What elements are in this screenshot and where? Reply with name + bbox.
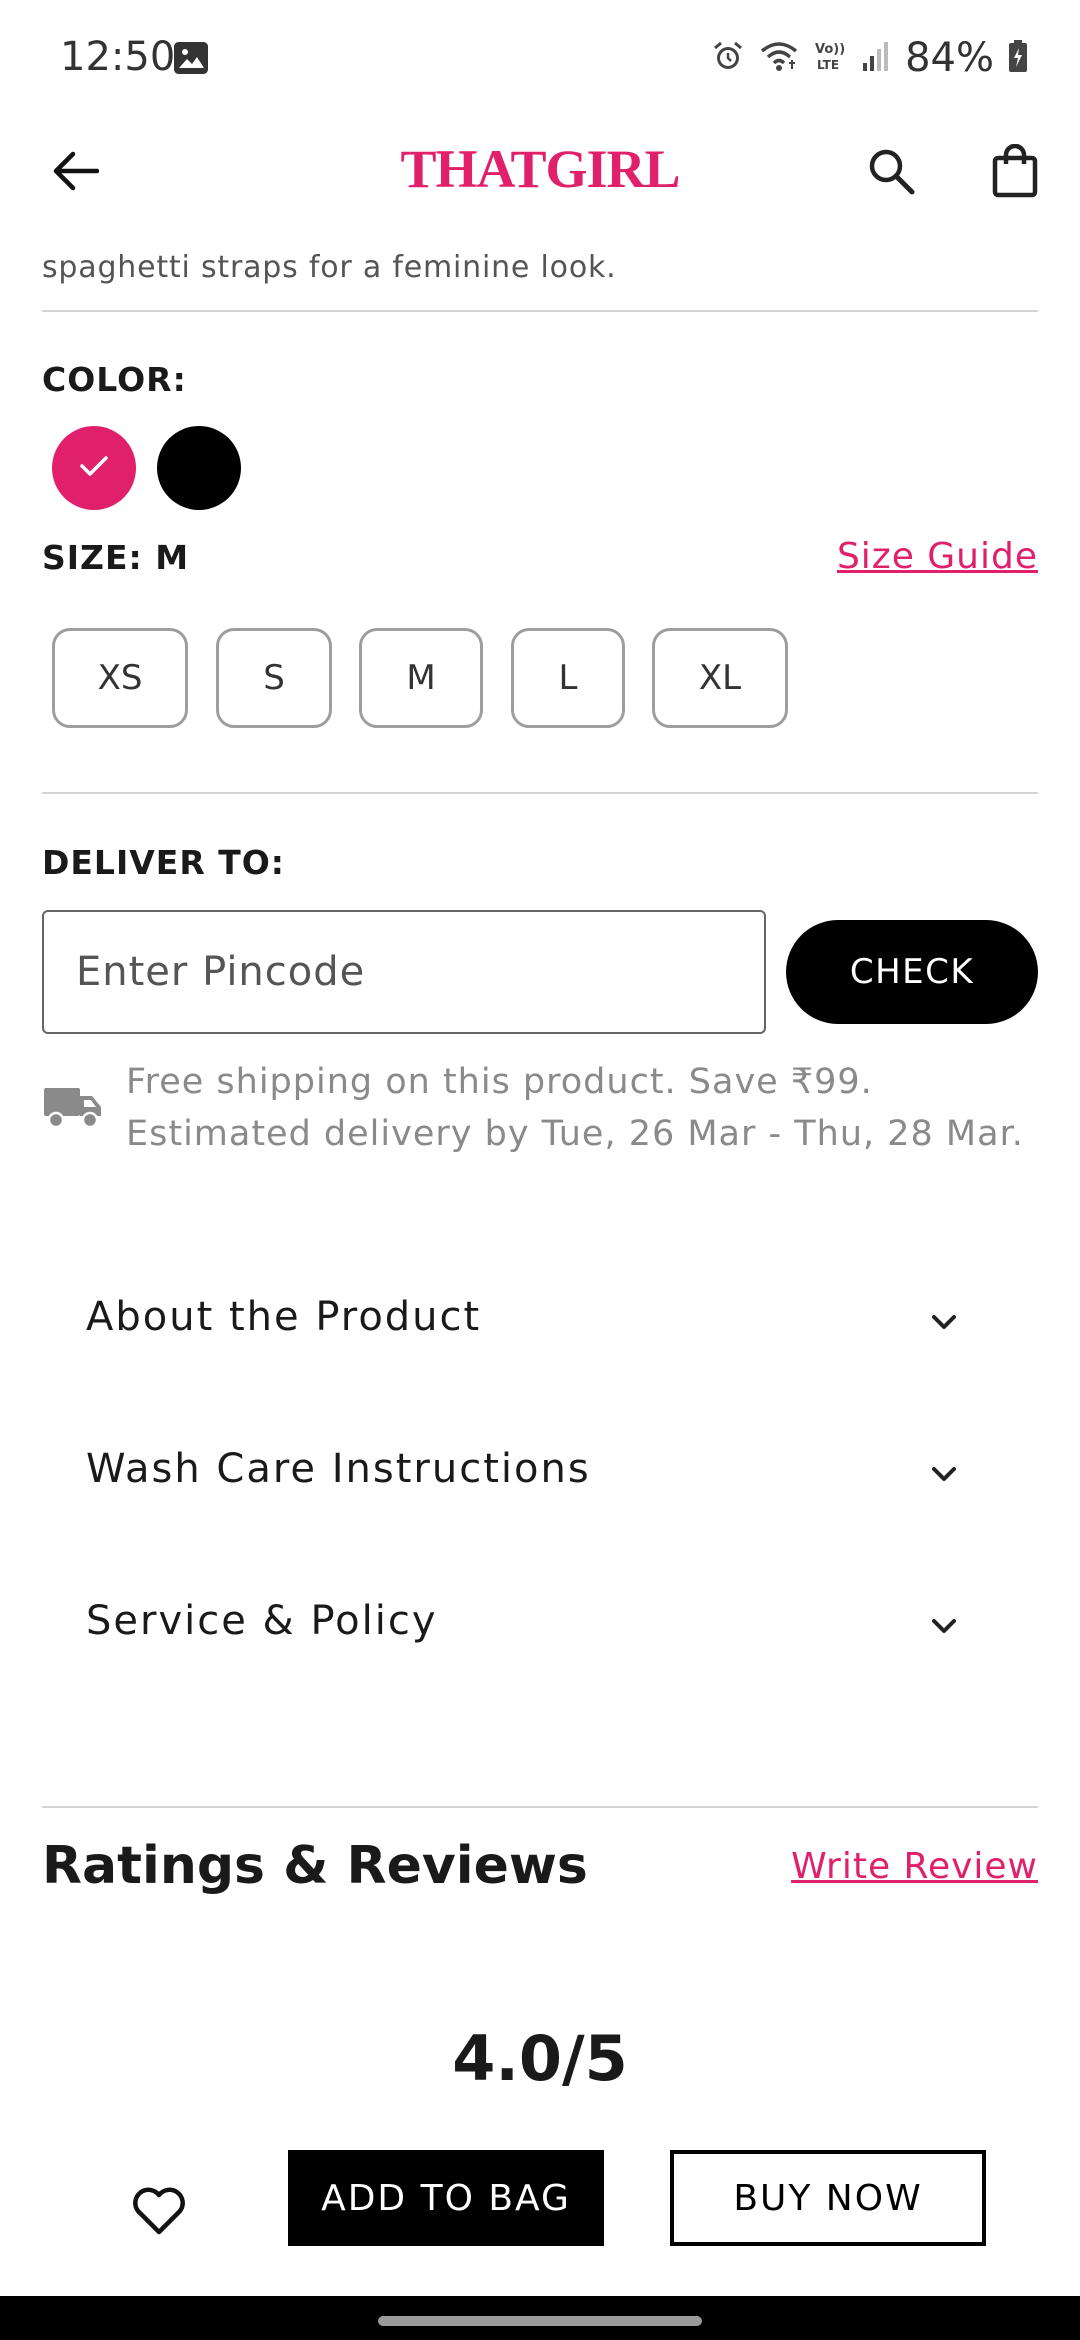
pincode-input[interactable] <box>42 910 766 1034</box>
image-icon <box>174 42 208 74</box>
size-guide-link[interactable]: Size Guide <box>837 536 1038 577</box>
status-icons: Vo)) LTE 84% <box>711 30 1028 86</box>
size-option-s[interactable]: S <box>216 628 332 728</box>
size-option-xl[interactable]: XL <box>652 628 788 728</box>
chevron-down-icon <box>924 1302 964 1342</box>
search-icon <box>866 146 916 201</box>
average-rating: 4.0/5 <box>452 2022 628 2095</box>
divider <box>42 792 1038 794</box>
size-option-m[interactable]: M <box>359 628 483 728</box>
size-label-text: SIZE: <box>42 538 143 577</box>
accordion-service-policy[interactable]: Service & Policy <box>0 1554 1080 1694</box>
status-bar: 12:50 Vo)) LTE 84% <box>0 0 1080 118</box>
chevron-down-icon <box>924 1454 964 1494</box>
heart-icon <box>131 2186 187 2241</box>
system-nav-bar <box>0 2296 1080 2340</box>
signal-icon <box>861 39 891 78</box>
checkmark-icon <box>78 453 110 484</box>
buy-now-button[interactable]: BUY NOW <box>670 2150 986 2246</box>
chevron-down-icon <box>924 1606 964 1646</box>
app-header: THATGIRL <box>0 118 1080 228</box>
wishlist-button[interactable] <box>124 2180 194 2246</box>
accordion-about-product[interactable]: About the Product <box>0 1250 1080 1390</box>
battery-icon <box>1008 39 1028 78</box>
battery-percent: 84% <box>905 35 994 81</box>
alarm-icon <box>711 39 745 78</box>
wifi-icon <box>759 39 799 78</box>
search-button[interactable] <box>856 138 926 208</box>
home-gesture-pill[interactable] <box>378 2316 702 2326</box>
accordion-wash-care[interactable]: Wash Care Instructions <box>0 1402 1080 1542</box>
accordion-label: About the Product <box>86 1294 482 1340</box>
shopping-bag-icon <box>992 143 1038 203</box>
svg-text:LTE: LTE <box>817 58 839 72</box>
accordion-label: Wash Care Instructions <box>86 1446 591 1492</box>
reviews-title: Ratings & Reviews <box>42 1836 588 1896</box>
check-button[interactable]: CHECK <box>786 920 1038 1024</box>
status-time: 12:50 <box>60 34 176 80</box>
cart-button[interactable] <box>980 138 1050 208</box>
size-option-l[interactable]: L <box>511 628 625 728</box>
delivery-estimate: Estimated delivery by Tue, 26 Mar - Thu,… <box>126 1114 1024 1154</box>
size-label: SIZE: M <box>42 538 189 577</box>
shipping-info: Free shipping on this product. Save ₹99. <box>126 1062 873 1102</box>
write-review-link[interactable]: Write Review <box>791 1846 1038 1887</box>
divider <box>42 1806 1038 1808</box>
color-label: COLOR: <box>42 360 187 399</box>
selected-size: M <box>155 538 190 577</box>
accordion-label: Service & Policy <box>86 1598 438 1644</box>
add-to-bag-button[interactable]: ADD TO BAG <box>288 2150 604 2246</box>
divider <box>42 310 1038 312</box>
deliver-to-label: DELIVER TO: <box>42 843 285 882</box>
bottom-action-bar: ADD TO BAG BUY NOW <box>0 2130 1080 2296</box>
color-swatch-black[interactable] <box>157 426 241 510</box>
product-description: spaghetti straps for a feminine look. <box>42 224 1042 284</box>
volte-icon: Vo)) LTE <box>813 39 847 78</box>
description-text: spaghetti straps for a feminine look. <box>42 250 617 284</box>
color-swatch-pink[interactable] <box>52 426 136 510</box>
svg-text:Vo)): Vo)) <box>815 42 845 57</box>
size-option-xs[interactable]: XS <box>52 628 188 728</box>
truck-icon <box>42 1082 104 1130</box>
